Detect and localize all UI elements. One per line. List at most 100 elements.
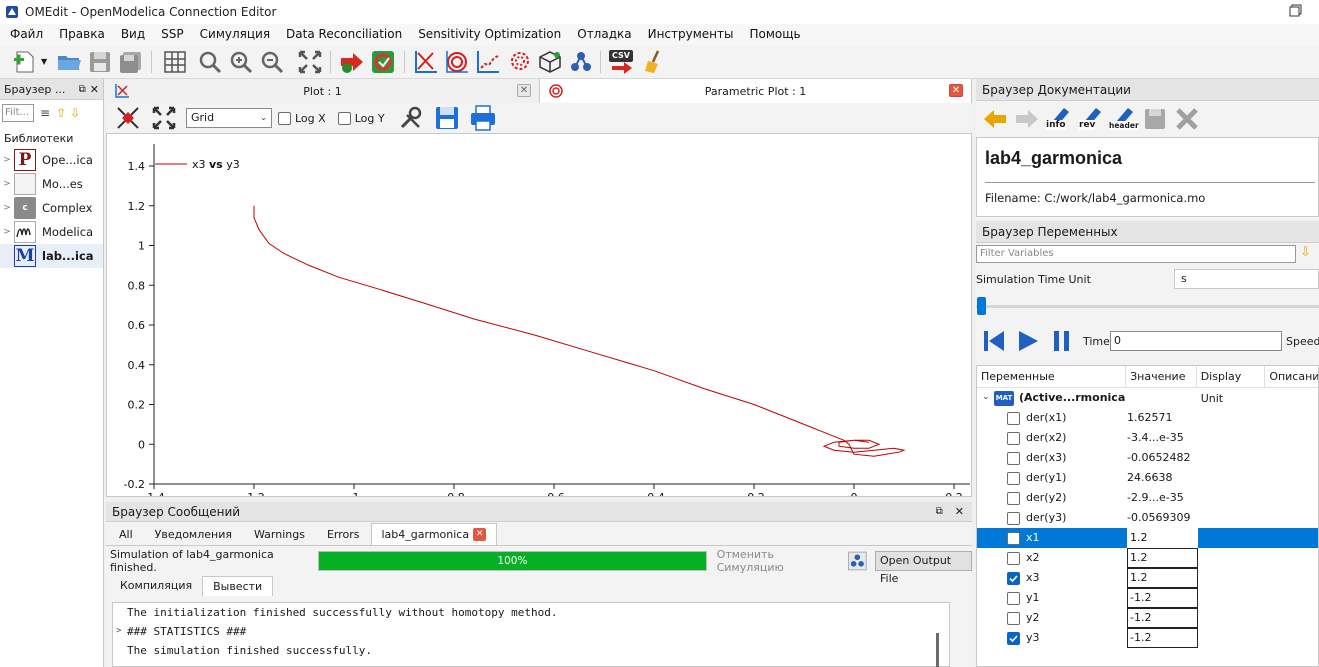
pause-icon[interactable] [1050,329,1074,353]
zoom-extents-icon[interactable] [150,104,178,132]
parametric-chart[interactable]: x3 vs y3 -1.4-1.2-1-0.8-0.6-0.4-0.200.2-… [107,134,971,504]
variable-row[interactable]: y2 -1.2 [977,608,1318,628]
variable-value-input[interactable]: 1.2 [1127,528,1198,548]
zoom-out-icon[interactable] [259,49,285,75]
tab-all[interactable]: All [108,523,144,545]
menu-help[interactable]: Помощь [741,24,808,45]
menu-file[interactable]: Файл [2,24,51,45]
column-display-unit[interactable]: Display Unit [1197,366,1266,405]
variable-checkbox[interactable] [1007,472,1020,485]
variable-checkbox[interactable] [1007,492,1020,505]
open-output-file-button[interactable]: Open Output File [875,551,972,585]
library-item-modelica[interactable]: > Modelica [0,220,103,244]
menu-view[interactable]: Вид [113,24,153,45]
menu-edit[interactable]: Правка [51,24,113,45]
collapse-arrow-icon[interactable]: ⌄ [982,392,990,402]
menu-simulation[interactable]: Симуляция [192,24,278,45]
undock-icon[interactable]: ⧉ [79,84,86,95]
cancel-doc-icon[interactable] [1174,106,1200,132]
variable-checkbox[interactable] [1007,552,1020,565]
expand-arrow-icon[interactable]: > [0,203,14,213]
menu-sensitivity-optimization[interactable]: Sensitivity Optimization [410,24,569,45]
variable-checkbox[interactable] [1007,592,1020,605]
simulation-time-unit-combo[interactable]: s [1174,269,1319,289]
column-description[interactable]: Описание [1265,366,1318,387]
tab-compilation[interactable]: Компиляция [110,576,202,596]
logx-checkbox[interactable]: Log X [278,111,326,125]
checkbox-box[interactable] [278,111,291,125]
filter-options-icon[interactable]: ⇩ [1300,245,1311,260]
settings-tools-icon[interactable] [397,104,425,132]
zoom-fit-icon[interactable] [197,49,223,75]
simulate-icon[interactable] [339,49,365,75]
menu-ssp[interactable]: SSP [153,24,191,45]
variables-tree[interactable]: Переменные Значение Display Unit Описани… [976,365,1319,667]
edit-header-icon[interactable]: header [1109,106,1139,132]
library-item-complex[interactable]: > c Complex [0,196,103,220]
variable-checkbox[interactable] [1007,432,1020,445]
back-arrow-icon[interactable] [982,106,1008,132]
fit-to-window-icon[interactable] [297,49,323,75]
output-line-expandable[interactable]: > ### STATISTICS ### [113,622,949,641]
tab-notifications[interactable]: Уведомления [144,523,243,545]
rewind-icon[interactable] [982,329,1006,353]
fit-in-view-icon[interactable] [114,104,142,132]
menu-data-reconciliation[interactable]: Data Reconciliation [278,24,410,45]
export-csv-icon[interactable]: CSV [608,49,634,75]
slider-handle[interactable] [977,297,986,315]
tab-lab4-garmonica[interactable]: lab4_garmonica ✕ [370,523,498,545]
variable-value-input[interactable]: 1.2 [1127,548,1198,568]
edit-info-icon[interactable]: info [1046,106,1072,132]
variable-checkbox[interactable] [1007,412,1020,425]
array-parametric-plot-icon[interactable] [506,49,532,75]
variable-value-input[interactable]: 1.2 [1127,568,1198,588]
close-tab-icon[interactable]: ✕ [517,84,531,97]
variable-row[interactable]: x2 1.2 [977,548,1318,568]
tab-errors[interactable]: Errors [316,523,371,545]
save-plot-icon[interactable] [433,104,461,132]
variable-row[interactable]: der(y3) -0.0569309 [977,508,1318,528]
column-value[interactable]: Значение [1126,366,1197,387]
sort-up-icon[interactable]: ⇧ [56,106,66,120]
close-tab-icon[interactable]: ✕ [473,528,487,541]
tab-plot-1[interactable]: Plot : 1 ✕ [106,79,540,103]
menu-debug[interactable]: Отладка [569,24,639,45]
tab-parametric-plot-1[interactable]: Parametric Plot : 1 ✕ [540,79,972,103]
variable-value-input[interactable]: -1.2 [1127,628,1198,648]
logy-checkbox[interactable]: Log Y [337,111,385,125]
variable-checkbox[interactable] [1007,452,1020,465]
expand-arrow-icon[interactable]: > [0,155,14,165]
plot-canvas[interactable]: x3 vs y3 -1.4-1.2-1-0.8-0.6-0.4-0.200.2-… [106,133,972,504]
undock-icon[interactable]: ⧉ [936,506,943,517]
zoom-in-icon[interactable] [228,49,254,75]
time-input[interactable]: 0 [1110,331,1282,351]
library-item-lab4-garmonica[interactable]: M lab...ica [0,244,103,268]
plot-icon[interactable] [413,49,439,75]
variable-row[interactable]: der(x1) 1.62571 [977,408,1318,428]
variable-row[interactable]: der(x2) -3.4...e-35 [977,428,1318,448]
chevron-down-icon[interactable]: ▼ [41,57,47,66]
simulation-network-icon[interactable] [848,551,868,571]
variables-filter-input[interactable]: Filter Variables [976,245,1296,263]
save-icon[interactable] [87,49,113,75]
expand-arrow-icon[interactable]: > [0,179,14,189]
column-variables[interactable]: Переменные [977,366,1127,387]
close-icon[interactable]: ✕ [90,83,99,96]
variable-value-input[interactable]: -1.2 [1127,608,1198,628]
save-doc-icon[interactable] [1142,106,1168,132]
library-item-openmodelica[interactable]: > P Ope...ica [0,148,103,172]
variable-checkbox[interactable] [1007,532,1020,545]
variable-checkbox[interactable] [1007,632,1020,645]
sort-down-icon[interactable]: ⇩ [70,106,80,120]
close-icon[interactable]: ✕ [955,505,964,518]
variable-row[interactable]: x3 1.2 [977,568,1318,588]
3d-view-icon[interactable] [537,49,563,75]
tab-output[interactable]: Вывести [202,576,274,596]
forward-arrow-icon[interactable] [1014,106,1040,132]
expand-arrow-icon[interactable]: > [116,622,121,641]
cancel-simulation-button[interactable]: Отменить Симуляцию [717,548,837,574]
variables-root-row[interactable]: ⌄ MAT (Active...rmonica [977,388,1318,408]
checkbox-box[interactable] [337,111,351,125]
variable-row[interactable]: der(x3) -0.0652482 [977,448,1318,468]
variable-row[interactable]: y3 -1.2 [977,628,1318,648]
